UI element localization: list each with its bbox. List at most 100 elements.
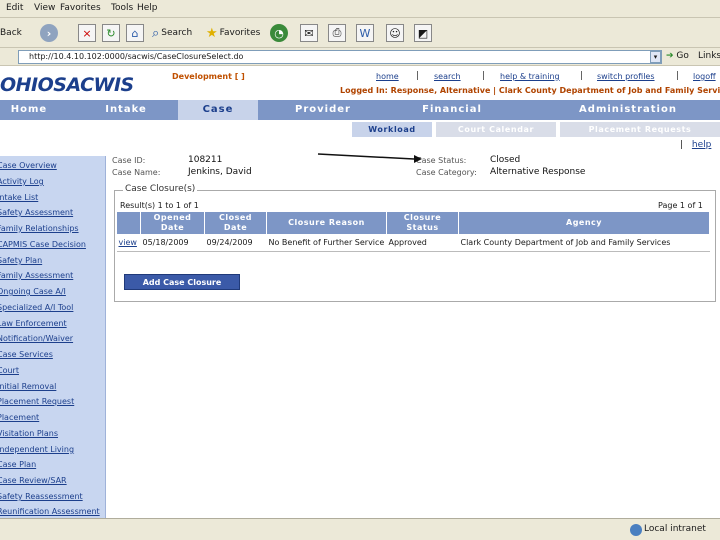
menu-edit[interactable]: Edit [6,3,23,13]
home-link[interactable]: home [376,72,399,81]
dev-tag: Development [ ] [172,72,245,81]
sidebar-item-independent-living[interactable]: Independent Living [0,445,74,454]
browser-toolbar: Back › × ↻ ⌂ ⌕ Search ★ Favorites ◔ ✉ ⎙ … [0,18,720,48]
sidebar-item-visitation-plans[interactable]: Visitation Plans [0,429,58,438]
sidebar-item-intake-list[interactable]: Intake List [0,193,38,202]
case-category-value: Alternative Response [490,167,586,177]
edit-button[interactable]: W [356,22,374,44]
subtab-workload[interactable]: Workload [352,122,432,137]
sidebar-item-case-decision[interactable]: CAPMIS Case Decision [0,240,86,249]
menu-help[interactable]: Help [137,3,158,13]
home-icon: ⌂ [126,24,144,42]
main-content: | help Case ID: 108211 Case Name: Jenkin… [106,138,720,518]
sidebar-item-law-enforcement[interactable]: Law Enforcement [0,319,67,328]
search-link[interactable]: search [434,72,461,81]
case-sidebar: Case Overview Activity Log Intake List S… [0,156,106,518]
subtab-placement-requests[interactable]: Placement Requests [560,122,720,137]
sidebar-item-initial-removal[interactable]: Initial Removal [0,382,56,391]
results-count: Result(s) 1 to 1 of 1 [120,201,199,210]
search-button[interactable]: ⌕ Search [152,22,192,44]
forward-button[interactable]: › [40,22,58,44]
sidebar-item-safety-reassessment[interactable]: Safety Reassessment [0,492,83,501]
print-icon: ⎙ [328,24,346,42]
go-button[interactable]: ➔ Go [666,51,689,61]
word-icon: W [356,24,374,42]
agency-cell: Clark County Department of Job and Famil… [458,234,710,252]
link-separator: | [680,140,684,150]
case-category-label: Case Category: [416,168,477,177]
tab-administration[interactable]: Administration [572,100,684,120]
logged-in-label: Logged In: [340,86,388,95]
col-closure-status: Closure Status [386,211,459,235]
search-icon: ⌕ [152,25,160,41]
sidebar-item-notification-waiver[interactable]: Notification/Waiver [0,334,73,343]
go-label: Go [676,51,689,61]
sidebar-item-family-assessment[interactable]: Family Assessment [0,271,73,280]
menu-favorites[interactable]: Favorites [60,3,101,13]
sidebar-item-activity-log[interactable]: Activity Log [0,177,44,186]
print-button[interactable]: ⎙ [328,22,346,44]
refresh-button[interactable]: ↻ [102,22,120,44]
help-link[interactable]: help [692,140,711,150]
tab-home[interactable]: Home [0,100,58,120]
case-closure-legend: Case Closure(s) [123,184,198,194]
switch-profiles-link[interactable]: switch profiles [597,72,655,81]
favorites-button[interactable]: ★ Favorites [206,22,260,44]
sub-nav: Workload Court Calendar Placement Reques… [0,120,720,138]
case-name-value: Jenkins, David [188,167,252,177]
address-input[interactable]: http://10.4.10.102:0000/sacwis/CaseClosu… [18,50,662,64]
stop-icon: × [78,24,96,42]
add-case-closure-button[interactable]: Add Case Closure [124,274,240,290]
mail-button[interactable]: ✉ [300,22,318,44]
sidebar-item-safety-plan[interactable]: Safety Plan [0,256,42,265]
closure-status-cell: Approved [386,234,459,252]
sacwis-logo: OHIOSACWIS [0,74,134,96]
link-separator: | [416,71,420,81]
sidebar-item-court[interactable]: Court [0,366,19,375]
menu-view[interactable]: View [34,3,55,13]
col-action [116,211,141,235]
sidebar-item-safety-assessment[interactable]: Safety Assessment [0,208,73,217]
col-closure-reason: Closure Reason [266,211,387,235]
subtab-court-calendar[interactable]: Court Calendar [436,122,556,137]
stop-button[interactable]: × [78,22,96,44]
back-label: Back [0,28,22,38]
sidebar-item-reunification-assessment[interactable]: Reunification Assessment [0,507,100,516]
globe-icon [630,524,642,536]
sidebar-item-case-review-sar[interactable]: Case Review/SAR [0,476,67,485]
opened-date-cell: 05/18/2009 [140,234,205,252]
menu-tools[interactable]: Tools [111,3,133,13]
table-row: view 05/18/2009 09/24/2009 No Benefit of… [116,234,710,252]
case-name-label: Case Name: [112,168,161,177]
tab-case[interactable]: Case [178,100,258,120]
home-button[interactable]: ⌂ [126,22,144,44]
tab-financial[interactable]: Financial [410,100,494,120]
tab-provider[interactable]: Provider [280,100,366,120]
tab-intake[interactable]: Intake [96,100,156,120]
annotation-arrow [317,153,422,163]
messenger-button[interactable]: ◩ [414,22,432,44]
help-link-wrap: | help [680,140,711,150]
view-link[interactable]: view [116,234,141,252]
address-bar: http://10.4.10.102:0000/sacwis/CaseClosu… [0,48,720,66]
history-icon: ◔ [270,24,288,42]
sidebar-item-case-plan[interactable]: Case Plan [0,460,36,469]
sidebar-item-case-services[interactable]: Case Services [0,350,53,359]
sidebar-item-ongoing-case-ai[interactable]: Ongoing Case A/I [0,287,66,296]
address-dropdown-icon[interactable]: ▾ [650,51,661,63]
link-separator: | [482,71,486,81]
sidebar-item-placement[interactable]: Placement [0,413,39,422]
case-closure-table: Opened Date Closed Date Closure Reason C… [116,211,710,252]
help-training-link[interactable]: help & training [500,72,560,81]
sidebar-item-specialized-ai-tool[interactable]: Specialized A/I Tool [0,303,73,312]
messenger-icon: ◩ [414,24,432,42]
sidebar-item-placement-request[interactable]: Placement Request [0,397,74,406]
links-button[interactable]: Links [698,51,720,61]
history-button[interactable]: ◔ [270,22,288,44]
go-arrow-icon: ➔ [666,51,674,61]
sidebar-item-case-overview[interactable]: Case Overview [0,161,57,170]
sidebar-item-family-relationships[interactable]: Family Relationships [0,224,79,233]
back-button[interactable]: Back [0,22,22,44]
discuss-button[interactable]: ☺ [386,22,404,44]
logoff-link[interactable]: logoff [693,72,716,81]
